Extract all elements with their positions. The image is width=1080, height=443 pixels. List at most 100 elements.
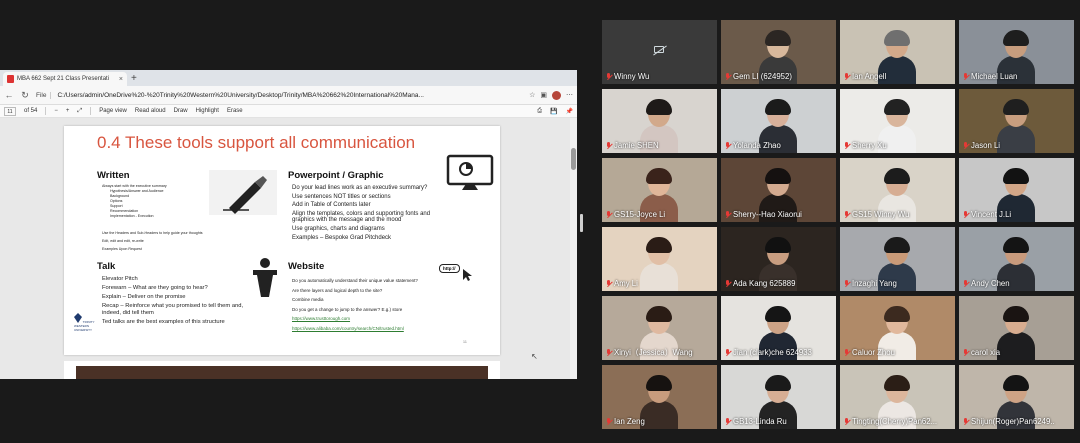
muted-mic-icon — [844, 348, 849, 357]
muted-mic-icon — [606, 417, 611, 426]
muted-mic-icon — [606, 72, 611, 81]
participant-tile[interactable]: GS15 Winny Wu — [840, 158, 955, 222]
participant-tile[interactable]: Xinyi（Jessica）Wang — [602, 296, 717, 360]
muted-mic-icon — [606, 348, 611, 357]
address-icons: ☆ ▣ ⋯ — [529, 90, 573, 100]
participant-tile[interactable]: Ian Angell — [840, 20, 955, 84]
participant-tile[interactable]: Sherry Xu — [840, 89, 955, 153]
participant-tile[interactable]: Jian (clark)che 624933 — [721, 296, 836, 360]
erase-button[interactable]: Erase — [227, 108, 243, 114]
participant-tile[interactable]: Andy Chen — [959, 227, 1074, 291]
pin-icon[interactable]: 📌 — [566, 108, 573, 115]
muted-mic-icon — [844, 141, 849, 150]
zoom-in-icon[interactable]: + — [66, 108, 70, 114]
camera-off-icon — [654, 46, 664, 53]
participant-tile[interactable]: Gem LI (624952) — [721, 20, 836, 84]
back-icon[interactable]: ← — [4, 90, 14, 100]
muted-mic-icon — [963, 348, 968, 357]
page-total: of 54 — [24, 108, 38, 114]
refresh-icon[interactable]: ↻ — [20, 90, 30, 101]
participant-label: Michael Luan — [963, 71, 1017, 82]
close-tab-button[interactable]: × — [119, 76, 123, 83]
participant-tile[interactable]: Tingting(Cherry)Pan62... — [840, 365, 955, 429]
muted-mic-icon — [844, 72, 849, 81]
scrollbar[interactable] — [570, 118, 577, 379]
browser-tab[interactable]: MBA 662 Sept 21 Class Presentati × — [3, 72, 127, 86]
website-link[interactable]: https://www.alibaba.com/country/search/C… — [292, 324, 418, 334]
tab-bar: MBA 662 Sept 21 Class Presentati × + — [0, 70, 577, 86]
address-bar: ← ↻ File C:/Users/admin/OneDrive%20-%20T… — [0, 86, 577, 105]
figure-hair — [1003, 30, 1029, 46]
list-item: Combine media — [292, 297, 324, 302]
participant-name: Inzaghi Yang — [852, 279, 897, 288]
participant-label: GS15 Winny Wu — [844, 209, 910, 220]
participant-name: Andy Chen — [971, 279, 1010, 288]
participant-label: GS15-Joyce Li — [606, 209, 665, 220]
participant-tile[interactable]: Ada Kang 625889 — [721, 227, 836, 291]
slide-page-number: 11 — [462, 339, 467, 344]
figure-hair — [884, 30, 910, 46]
figure-hair — [1003, 306, 1029, 322]
participant-tile[interactable]: Winny Wu — [602, 20, 717, 84]
participant-tile[interactable]: Shijun(Roger)Pan6249.. — [959, 365, 1074, 429]
page-number-input[interactable]: 11 — [4, 106, 16, 116]
split-view-handle[interactable] — [580, 214, 583, 232]
talk-bullets: Elevator Pitch Forewarn – What are they … — [102, 275, 243, 327]
cursor-arrow-icon — [462, 268, 474, 287]
participant-label: Ada Kang 625889 — [725, 278, 795, 289]
participant-tile[interactable]: carol xia — [959, 296, 1074, 360]
podium-icon — [247, 257, 283, 304]
menu-icon[interactable]: ⋯ — [566, 91, 573, 100]
print-icon[interactable]: ⎙ — [537, 108, 542, 115]
participant-tile[interactable]: Michael Luan — [959, 20, 1074, 84]
figure-hair — [765, 306, 791, 322]
participant-tile[interactable]: GB13-Linda Ru — [721, 365, 836, 429]
favorite-icon[interactable]: ☆ — [529, 91, 535, 100]
powerpoint-bullets: Do your lead lines work as an executive … — [292, 184, 430, 242]
participant-name: GB13-Linda Ru — [733, 417, 787, 426]
talk-heading: Talk — [97, 261, 116, 272]
collections-icon[interactable]: ▣ — [540, 91, 547, 100]
zoom-out-icon[interactable]: − — [54, 108, 58, 114]
figure-hair — [1003, 375, 1029, 391]
participant-name: Jian (clark)che 624933 — [733, 348, 812, 357]
participant-tile[interactable]: Amy Li — [602, 227, 717, 291]
url-field[interactable]: C:/Users/admin/OneDrive%20-%20Trinity%20… — [57, 92, 523, 99]
list-item: Forewarn – What are they going to hear? — [102, 285, 208, 291]
participant-tile[interactable]: Sherry--Hao Xiaorui — [721, 158, 836, 222]
participant-name: Sherry--Hao Xiaorui — [733, 210, 802, 219]
highlight-button[interactable]: Highlight — [196, 108, 219, 114]
participant-name: Sherry Xu — [852, 141, 887, 150]
participant-name: Xinyi（Jessica）Wang — [614, 348, 693, 357]
participant-name: Jamie SHEN — [614, 141, 659, 150]
scrollbar-thumb[interactable] — [571, 148, 576, 170]
toolbar-separator — [45, 107, 47, 115]
fit-page-icon[interactable]: ⤢ — [77, 108, 82, 115]
muted-mic-icon — [725, 417, 730, 426]
participant-name: Ada Kang 625889 — [733, 279, 796, 288]
draw-button[interactable]: Draw — [174, 108, 188, 114]
participant-tile[interactable]: Ian Zeng — [602, 365, 717, 429]
participant-tile[interactable]: Yolanda Zhao — [721, 89, 836, 153]
new-tab-button[interactable]: + — [131, 73, 137, 84]
participant-label: Gem LI (624952) — [725, 71, 792, 82]
profile-avatar[interactable] — [552, 90, 561, 100]
participant-tile[interactable]: Inzaghi Yang — [840, 227, 955, 291]
participant-tile[interactable]: Caluor Zhou — [840, 296, 955, 360]
list-item: Use sentences NOT titles or sections — [292, 193, 391, 200]
participant-name: Ian Zeng — [614, 417, 645, 426]
muted-mic-icon — [725, 141, 730, 150]
participant-tile[interactable]: Jason Li — [959, 89, 1074, 153]
website-link[interactable]: https://www.trusttorough.com — [292, 314, 418, 324]
save-icon[interactable]: 💾 — [550, 108, 557, 115]
list-item: Do you automatically understand their un… — [292, 278, 418, 283]
page-view-button[interactable]: Page view — [99, 108, 127, 114]
pdf-viewer[interactable]: 0.4 These tools support all communicatio… — [0, 118, 577, 379]
participant-tile[interactable]: GS15-Joyce Li — [602, 158, 717, 222]
participant-name: Shijun(Roger)Pan6249.. — [971, 417, 1055, 426]
figure-hair — [765, 237, 791, 253]
read-aloud-button[interactable]: Read aloud — [135, 108, 166, 114]
participant-tile[interactable]: Vincent J.Li — [959, 158, 1074, 222]
figure-hair — [884, 168, 910, 184]
participant-tile[interactable]: Jamie SHEN — [602, 89, 717, 153]
